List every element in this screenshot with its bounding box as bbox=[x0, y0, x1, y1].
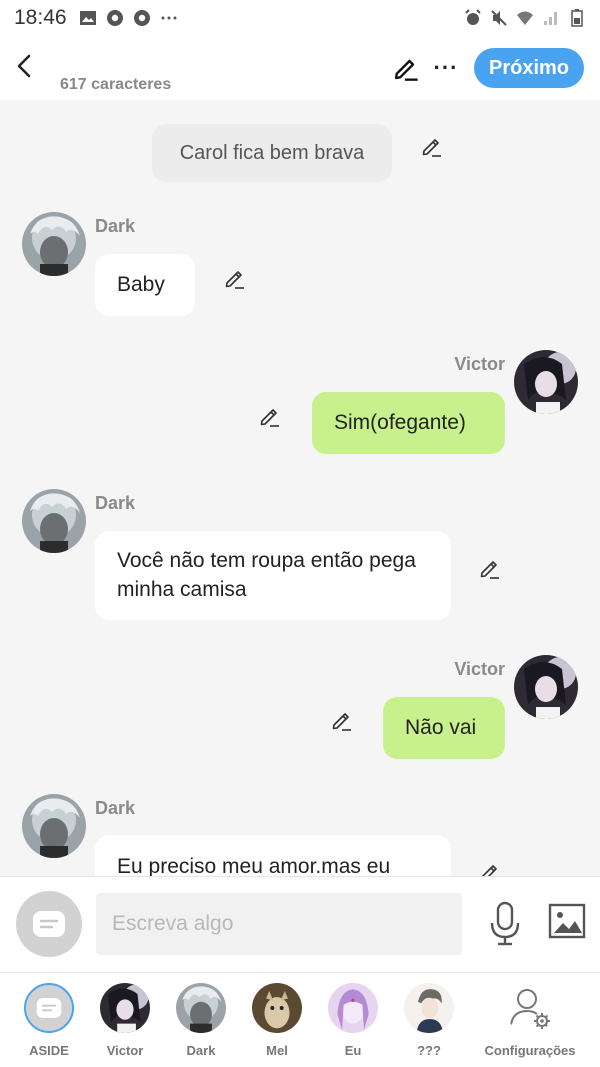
character-aside[interactable]: ASIDE bbox=[11, 983, 87, 1063]
message-composer bbox=[0, 876, 600, 972]
status-bar: 18:46 bbox=[0, 0, 600, 36]
avatar-mel bbox=[252, 983, 302, 1033]
character-dark[interactable]: Dark bbox=[163, 983, 239, 1063]
settings-button[interactable]: Configurações bbox=[484, 983, 576, 1063]
avatar-dark[interactable] bbox=[22, 212, 86, 276]
microphone-icon[interactable] bbox=[488, 901, 522, 947]
edit-pen-icon[interactable] bbox=[478, 860, 502, 876]
character-count: 617 caracteres bbox=[60, 76, 172, 93]
wifi-icon bbox=[517, 11, 533, 25]
character-selector: ASIDE Victor Dark Mel Eu ??? Configuraçõ… bbox=[0, 972, 600, 1067]
chat-area[interactable]: Carol fica bem brava Dark Baby Victor Si… bbox=[0, 100, 600, 876]
message-bubble[interactable]: Eu preciso meu amor.mas eu bbox=[95, 835, 451, 876]
avatar-victor bbox=[100, 983, 150, 1033]
status-time: 18:46 bbox=[14, 6, 67, 29]
message-bubble[interactable]: Baby bbox=[95, 254, 195, 316]
character-label: Victor bbox=[106, 1043, 144, 1058]
edit-pen-icon[interactable] bbox=[223, 266, 247, 290]
character-victor[interactable]: Victor bbox=[87, 983, 163, 1063]
image-notification-icon bbox=[79, 11, 96, 25]
message-bubble[interactable]: Você não tem roupa então pega minha cami… bbox=[95, 531, 451, 620]
avatar-dark bbox=[176, 983, 226, 1033]
message-bubble[interactable]: Não vai bbox=[383, 697, 505, 759]
battery-icon bbox=[571, 9, 583, 27]
image-icon[interactable] bbox=[548, 903, 586, 939]
edit-icon[interactable] bbox=[392, 54, 420, 82]
avatar-eu bbox=[328, 983, 378, 1033]
narration-bubble[interactable]: Carol fica bem brava bbox=[152, 124, 392, 182]
edit-pen-icon[interactable] bbox=[478, 556, 502, 580]
character-eu[interactable]: Eu bbox=[315, 983, 391, 1063]
character-label: Configurações bbox=[484, 1043, 576, 1058]
speaker-name: Victor bbox=[454, 659, 505, 679]
system-icons bbox=[464, 9, 586, 27]
mute-icon bbox=[491, 10, 507, 26]
message-input[interactable] bbox=[96, 893, 462, 955]
character-label: Eu bbox=[344, 1043, 362, 1058]
chrome-icon bbox=[133, 10, 150, 26]
person-gear-icon bbox=[510, 989, 550, 1029]
more-notifications-icon bbox=[161, 16, 177, 20]
chevron-left-icon bbox=[17, 54, 31, 78]
more-options-icon[interactable]: ··· bbox=[432, 54, 460, 82]
next-button[interactable]: Próximo bbox=[474, 48, 584, 88]
avatar-unknown bbox=[404, 983, 454, 1033]
speaker-name: Victor bbox=[454, 354, 505, 374]
editor-header: 617 caracteres ··· Próximo bbox=[0, 36, 600, 100]
speaker-name: Dark bbox=[95, 798, 136, 818]
alarm-icon bbox=[465, 9, 481, 25]
chat-bubble-icon bbox=[24, 983, 74, 1033]
edit-pen-icon[interactable] bbox=[258, 404, 282, 428]
message-bubble[interactable]: Sim(ofegante) bbox=[312, 392, 505, 454]
back-button[interactable] bbox=[10, 50, 38, 82]
character-label: Dark bbox=[186, 1043, 216, 1058]
notification-icons bbox=[79, 9, 178, 27]
speaker-name: Dark bbox=[95, 216, 136, 236]
speaker-name: Dark bbox=[95, 493, 136, 513]
character-mel[interactable]: Mel bbox=[239, 983, 315, 1063]
character-label: ASIDE bbox=[29, 1043, 69, 1058]
avatar-victor[interactable] bbox=[514, 655, 578, 719]
chat-bubble-icon bbox=[33, 911, 65, 937]
character-label: ??? bbox=[417, 1043, 441, 1058]
chrome-icon bbox=[106, 10, 123, 26]
avatar-dark[interactable] bbox=[22, 489, 86, 553]
avatar-dark[interactable] bbox=[22, 794, 86, 858]
edit-pen-icon[interactable] bbox=[330, 708, 354, 732]
aside-toggle-button[interactable] bbox=[16, 891, 82, 957]
signal-icon bbox=[544, 12, 557, 25]
edit-pen-icon[interactable] bbox=[420, 134, 444, 158]
avatar-victor[interactable] bbox=[514, 350, 578, 414]
character-label: Mel bbox=[266, 1043, 288, 1058]
character-unknown[interactable]: ??? bbox=[391, 983, 467, 1063]
